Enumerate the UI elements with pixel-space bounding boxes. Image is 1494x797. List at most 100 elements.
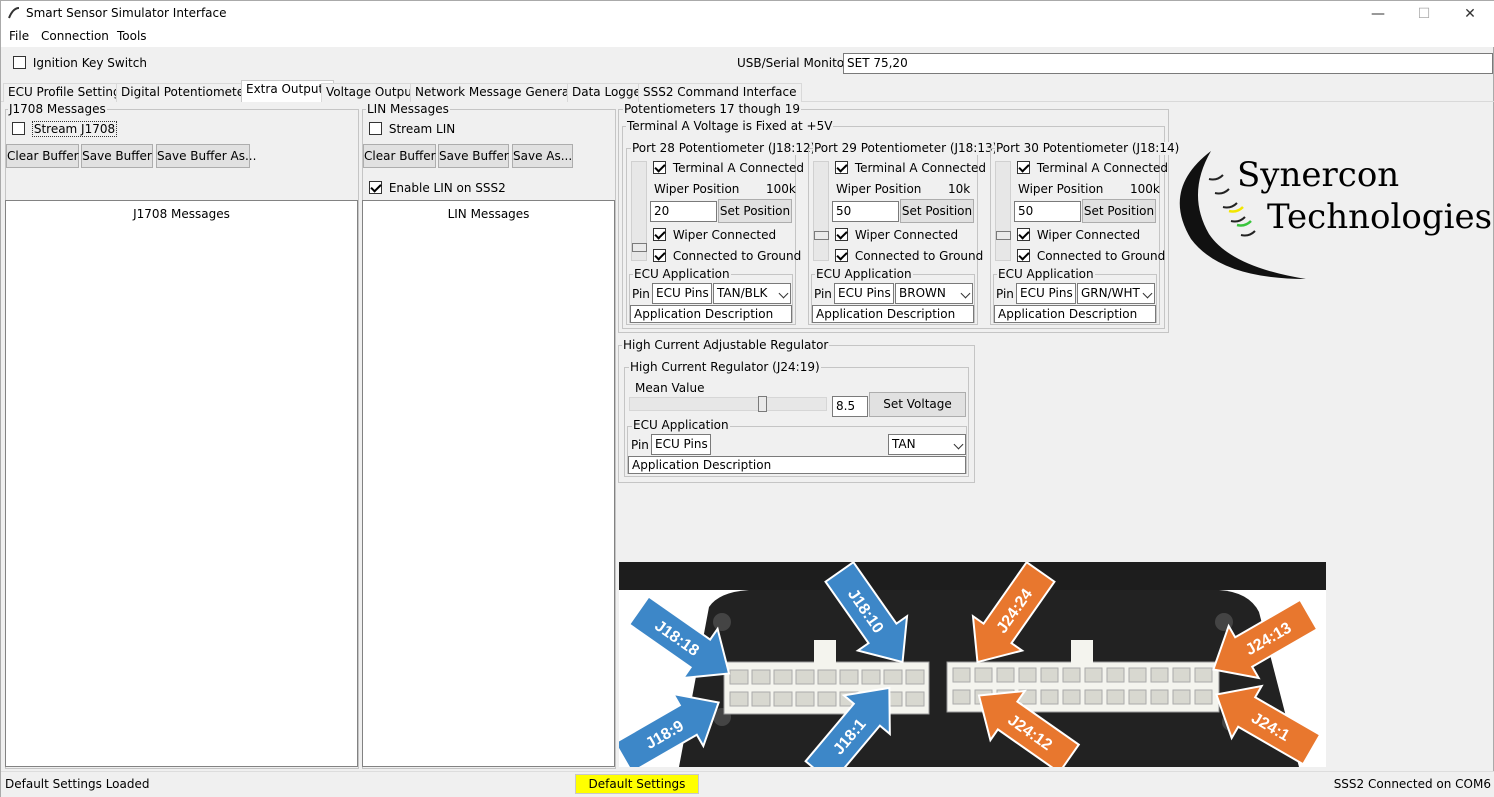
j1708-message-list[interactable]: J1708 Messages [5,200,358,767]
pot-wiper-connected-checkbox[interactable]: Wiper Connected [835,228,958,242]
chevron-down-icon [953,439,964,450]
pot-wiper-slider[interactable] [813,161,829,261]
pot-terminal-a-check-box[interactable] [1017,161,1030,174]
close-icon: ✕ [1464,6,1476,22]
monitor-input[interactable]: SET 75,20 [843,53,1493,74]
pot-wire-select[interactable]: GRN/WHT [1077,283,1155,304]
ignition-label: Ignition Key Switch [32,56,147,70]
pot-wiper-connected-check-box[interactable] [835,228,848,241]
pot-app-description[interactable]: Application Description [630,305,792,323]
window-title: Smart Sensor Simulator Interface [26,6,227,20]
minimize-button[interactable]: — [1355,1,1401,27]
pot-ground-checkbox[interactable]: Connected to Ground [835,249,983,263]
pot-terminal-a-checkbox[interactable]: Terminal A Connected [835,161,986,175]
maximize-button[interactable]: ☐ [1401,1,1447,27]
mean-value-input[interactable]: 8.5 [832,396,868,417]
mean-value-slider[interactable] [629,396,827,412]
pot-wiper-connected-checkbox[interactable]: Wiper Connected [653,228,776,242]
potentiometers-group-title: Potentiometers 17 though 19 [623,102,802,116]
pot-wiper-slider-thumb[interactable] [814,231,829,240]
ignition-checkbox[interactable]: Ignition Key Switch [13,56,147,70]
lin-save-as-button[interactable]: Save As... [512,144,573,168]
pot-ecu-pins-input[interactable]: ECU Pins [1016,283,1076,304]
stream-lin-check-box[interactable] [369,122,382,135]
j1708-save-buffer-as-button[interactable]: Save Buffer As... [156,144,256,168]
connector-photo: J18:18 J18:9 J18:10 J18:1 J24:24 J24:12 J24:13… [619,562,1326,767]
pot-wiper-connected-label: Wiper Connected [672,228,777,242]
stream-j1708-check-box[interactable] [12,122,25,135]
pot-position-input[interactable]: 50 [832,201,899,222]
pot-wiper-slider-thumb[interactable] [996,231,1011,240]
pot-terminal-a-checkbox[interactable]: Terminal A Connected [653,161,804,175]
lin-save-buffer-button[interactable]: Save Buffer [438,144,509,168]
pot-ground-check-box[interactable] [1017,249,1030,262]
pot-wire-select[interactable]: BROWN [895,283,973,304]
menu-connection[interactable]: Connection [41,29,109,43]
pot-wire-value: BROWN [899,286,946,300]
j1708-clear-buffer-button[interactable]: Clear Buffer [6,144,79,168]
pot-wire-value: TAN/BLK [717,286,768,300]
tab-sss2-command[interactable]: SSS2 Command Interface [638,83,802,102]
pot-position-input[interactable]: 50 [1014,201,1081,222]
pot-wiper-position-label: Wiper Position [654,182,740,196]
pot-wiper-slider[interactable] [995,161,1011,261]
terminal-a-note: Terminal A Voltage is Fixed at +5V [626,119,834,133]
pot-app-description[interactable]: Application Description [812,305,974,323]
mean-value-slider-thumb[interactable] [758,396,767,412]
pot-wiper-slider[interactable] [631,161,647,261]
regulator-subgroup-title: High Current Regulator (J24:19) [629,360,821,374]
regulator-pin-label: Pin [631,438,649,452]
pot-wire-select[interactable]: TAN/BLK [713,283,791,304]
minimize-icon: — [1371,6,1385,22]
pot-wiper-connected-checkbox[interactable]: Wiper Connected [1017,228,1140,242]
pot-app-description[interactable]: Application Description [994,305,1156,323]
lin-message-list[interactable]: LIN Messages [362,200,615,767]
pot-set-position-button[interactable]: Set Position [900,199,974,223]
stream-lin-label: Stream LIN [388,122,456,136]
pot-position-input[interactable]: 20 [650,201,717,222]
pot-set-position-button[interactable]: Set Position [1082,199,1156,223]
status-left: Default Settings Loaded [5,777,150,791]
tab-ecu-profile[interactable]: ECU Profile Settings [3,83,132,102]
synercon-logo: Synercon Technologies [1171,149,1492,289]
pot-ground-checkbox[interactable]: Connected to Ground [653,249,801,263]
pot-wiper-connected-check-box[interactable] [653,228,666,241]
pot-ecu-app-title: ECU Application [997,267,1095,281]
enable-lin-check-box[interactable] [369,181,382,194]
pot-ground-check-box[interactable] [835,249,848,262]
pot-terminal-a-checkbox[interactable]: Terminal A Connected [1017,161,1168,175]
pot-wiper-slider-thumb[interactable] [632,243,647,252]
stream-j1708-checkbox[interactable]: Stream J1708 [12,121,118,137]
tab-digital-potentiometers[interactable]: Digital Potentiometers [116,83,261,102]
pot-pin-label: Pin [996,287,1014,301]
close-button[interactable]: ✕ [1447,1,1493,27]
tab-voltage-output[interactable]: Voltage Output [321,83,422,102]
regulator-ecu-pins-input[interactable]: ECU Pins [651,434,711,455]
pot-ground-check-box[interactable] [653,249,666,262]
status-default-settings: Default Settings [575,774,699,794]
set-voltage-button[interactable]: Set Voltage [869,392,966,417]
regulator-wire-select[interactable]: TAN [888,434,966,455]
ignition-check-box[interactable] [13,56,26,69]
pot-set-position-button[interactable]: Set Position [718,199,792,223]
regulator-app-description[interactable]: Application Description [628,456,966,474]
pot-ecu-pins-input[interactable]: ECU Pins [652,283,712,304]
tab-network-message-generator[interactable]: Network Message Generator [410,83,592,102]
app-window: Smart Sensor Simulator Interface — ☐ ✕ F… [0,0,1494,797]
stream-j1708-label: Stream J1708 [31,121,118,137]
pot-ground-checkbox[interactable]: Connected to Ground [1017,249,1165,263]
pot-range-label: 100k [1130,182,1160,196]
pot-terminal-a-check-box[interactable] [653,161,666,174]
enable-lin-checkbox[interactable]: Enable LIN on SSS2 [369,181,506,195]
menu-file[interactable]: File [9,29,29,43]
monitor-label: USB/Serial Monitor: [737,56,853,70]
pot-ecu-pins-input[interactable]: ECU Pins [834,283,894,304]
menu-tools[interactable]: Tools [117,29,147,43]
pot-title: Port 30 Potentiometer (J18:14) [995,141,1181,155]
pot-wiper-connected-check-box[interactable] [1017,228,1030,241]
lin-clear-buffer-button[interactable]: Clear Buffer [363,144,436,168]
pot-terminal-a-check-box[interactable] [835,161,848,174]
logo-line1: Synercon [1237,155,1400,195]
stream-lin-checkbox[interactable]: Stream LIN [369,122,455,136]
j1708-save-buffer-button[interactable]: Save Buffer [81,144,153,168]
